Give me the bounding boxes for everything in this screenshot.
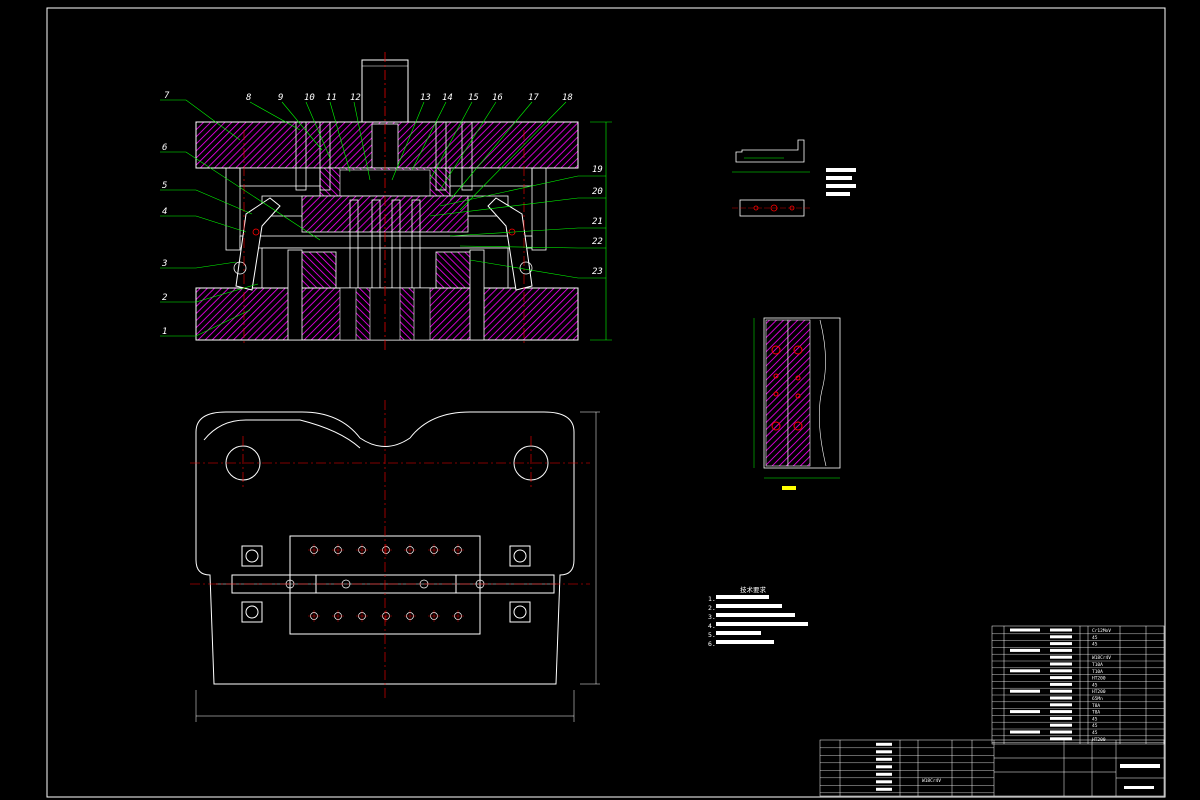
bom-std-block (1010, 648, 1040, 652)
note-text-block (716, 604, 782, 608)
part-number-8: 8 (246, 93, 251, 103)
tech-note-line: 2. (708, 604, 716, 612)
part-number-16: 16 (492, 93, 503, 103)
bom-material: W18Cr4V (1092, 655, 1111, 661)
part-number-11: 11 (326, 93, 337, 103)
bom-material: HT200 (1092, 689, 1106, 695)
bom-std-block (1010, 689, 1040, 693)
bom-std-block (1010, 628, 1040, 632)
note-text-block (716, 613, 795, 617)
part-number-9: 9 (278, 93, 283, 103)
bom-name-block (1050, 716, 1072, 720)
part-number-23: 23 (592, 267, 603, 277)
bom-name-block (1050, 696, 1072, 700)
title-name-block (876, 742, 892, 746)
bom-name-block (1050, 682, 1072, 686)
part-number-21: 21 (592, 217, 603, 227)
bom-std-block (1010, 669, 1040, 673)
bom-material: Cr12MoV (1092, 628, 1111, 634)
part-elevation (732, 139, 810, 173)
part-notes (826, 168, 856, 196)
part-number-14: 14 (442, 93, 453, 103)
bom-name-block (1050, 655, 1072, 659)
note-text-block (716, 622, 808, 626)
bom-table (991, 625, 1165, 745)
part-number-10: 10 (304, 93, 315, 103)
bom-material: 45 (1092, 716, 1098, 722)
bom-name-block (1050, 703, 1072, 707)
bom-material: T10A (1092, 669, 1103, 675)
title-block (819, 739, 1165, 797)
bom-name-block (1050, 628, 1072, 632)
bom-name-block (1050, 723, 1072, 727)
tech-notes: 技术要求 1.2.3.4.5.6. (708, 585, 808, 648)
bom-material: 45 (1092, 635, 1098, 641)
section-view (195, 52, 612, 350)
tech-note-line: 3. (708, 613, 716, 621)
bom-material: T8A (1092, 710, 1100, 716)
part-number-17: 17 (528, 93, 539, 103)
drawing-title-block (1120, 764, 1160, 768)
note-text-block (716, 595, 769, 599)
plan-dimensions (195, 411, 600, 722)
tech-note-line: 1. (708, 595, 716, 603)
part-number-13: 13 (420, 93, 431, 103)
part-number-22: 22 (592, 237, 603, 247)
bom-material: 65Mn (1092, 696, 1103, 702)
part-number-4: 4 (162, 207, 167, 217)
bom-name-block (1050, 676, 1072, 680)
bom-name-block (1050, 662, 1072, 666)
tech-note-line: 5. (708, 631, 716, 639)
title-rows: W18Cr4V (820, 742, 1160, 793)
title-material: W18Cr4V (922, 778, 941, 784)
title-name-block (876, 772, 892, 776)
bom-std-block (1010, 730, 1040, 734)
bom-material: HT200 (1092, 676, 1106, 682)
part-number-15: 15 (468, 93, 479, 103)
part-number-18: 18 (562, 93, 573, 103)
bom-name-block (1050, 730, 1072, 734)
tech-note-line: 6. (708, 640, 716, 648)
title-name-block (876, 787, 892, 791)
note-text-block (716, 631, 761, 635)
bom-std-block (1010, 710, 1040, 714)
title-name-block (876, 780, 892, 784)
cad-drawing-sheet: 1234567 8 9 10 11 12 13 14 15 16 17 181920212223 (46, 7, 1166, 798)
bom-name-block (1050, 689, 1072, 693)
title-name-block (876, 757, 892, 761)
part-number-1: 1 (162, 327, 167, 337)
note-text-block (716, 640, 774, 644)
bom-name-block (1050, 635, 1072, 639)
title-name-block (876, 750, 892, 754)
bom-name-block (1050, 642, 1072, 646)
bom-material: T8A (1092, 703, 1100, 709)
title-name-block (876, 765, 892, 769)
part-number-12: 12 (350, 93, 361, 103)
bom-material: T10A (1092, 662, 1103, 668)
bom-name-block (1050, 648, 1072, 652)
part-number-7: 7 (164, 91, 170, 101)
part-number-20: 20 (592, 187, 603, 197)
bom-material: 45 (1092, 682, 1098, 688)
bom-name-block (1050, 710, 1072, 714)
part-number-3: 3 (161, 259, 167, 269)
part-number-6: 6 (162, 143, 167, 153)
part-number-2: 2 (162, 293, 167, 303)
bom-material: 45 (1092, 723, 1098, 729)
part-plan (732, 199, 812, 217)
part-number-19: 19 (592, 165, 603, 175)
tech-notes-title: 技术要求 (740, 585, 767, 594)
bom-rows: Cr12MoV4545W18Cr4VT10AT10AHT20045HT20065… (992, 628, 1164, 743)
bom-material: 45 (1092, 730, 1098, 736)
school-name-block (1124, 786, 1154, 789)
part-number-5: 5 (162, 181, 167, 191)
bom-name-block (1050, 669, 1072, 673)
tech-note-line: 4. (708, 622, 716, 630)
strip-layout (753, 317, 841, 490)
bom-material: 45 (1092, 642, 1098, 648)
